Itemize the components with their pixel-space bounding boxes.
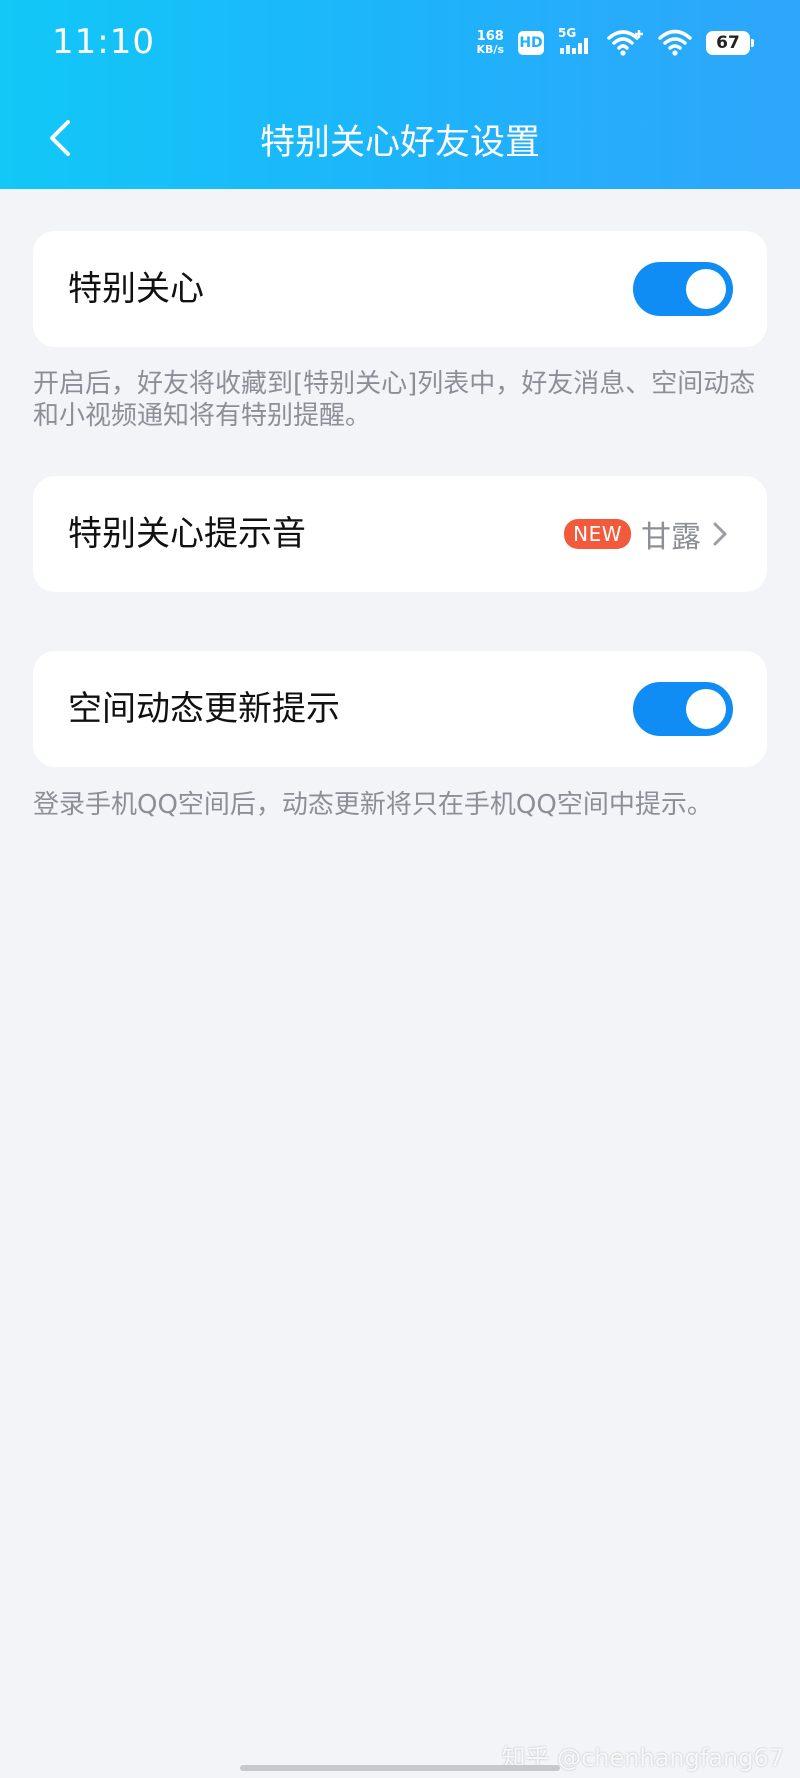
header: 11:10 168 KB/s HD 5G 67 特别关心好友设置 [0,0,800,189]
network-speed: 168 KB/s [477,30,504,56]
tone-value: 甘露 [641,520,701,555]
wifi-plus-icon [607,30,643,56]
wifi-icon [658,29,692,56]
tone-value-group: NEW 甘露 [564,476,729,592]
qzone-updates-hint: 登录手机QQ空间后，动态更新将只在手机QQ空间中提示。 [33,790,713,820]
qzone-updates-row: 空间动态更新提示 [33,651,767,767]
network-speed-value: 168 [476,29,504,44]
page-title: 特别关心好友设置 [259,123,540,163]
qzone-updates-toggle[interactable] [633,682,733,736]
nav-bar: 特别关心好友设置 [0,100,800,180]
home-indicator[interactable] [240,1765,560,1771]
new-badge: NEW [564,519,631,549]
status-bar: 11:10 168 KB/s HD 5G 67 [0,0,800,90]
special-care-tone-row[interactable]: 特别关心提示音 NEW 甘露 [33,476,767,592]
special-care-hint: 开启后，好友将收藏到[特别关心]列表中，好友消息、空间动态和小视频通知将有特别提… [33,369,756,431]
toggle-knob [686,269,726,309]
special-care-label: 特别关心 [68,269,204,309]
toggle-knob [686,689,726,729]
status-icons: 168 KB/s HD 5G 67 [477,26,754,60]
special-care-row: 特别关心 [33,231,767,347]
battery-icon: 67 [706,31,754,55]
status-time: 11:10 [52,22,155,62]
chevron-right-icon [713,522,727,546]
special-care-tone-label: 特别关心提示音 [68,514,306,554]
hd-icon: HD [518,31,544,55]
special-care-toggle[interactable] [633,262,733,316]
cellular-signal-icon: 5G [558,26,592,58]
qzone-updates-label: 空间动态更新提示 [68,689,340,729]
network-speed-unit: KB/s [476,43,504,56]
